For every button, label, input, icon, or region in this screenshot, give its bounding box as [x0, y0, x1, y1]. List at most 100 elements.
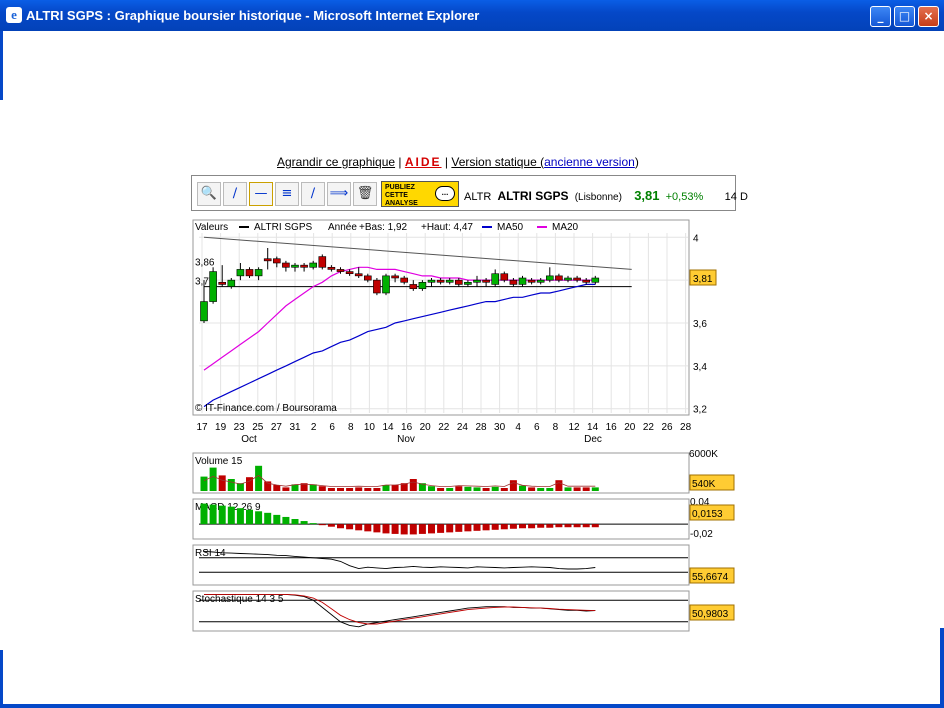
- candle-body: [573, 277, 581, 281]
- old-version-link[interactable]: ancienne version: [544, 155, 635, 169]
- publish-analysis-button[interactable]: PUBLIEZ CETTE ANALYSE ...: [381, 181, 459, 207]
- x-tick-label: 20: [420, 422, 432, 433]
- volume-bar: [346, 488, 354, 491]
- close-button[interactable]: ×: [918, 6, 939, 27]
- rsi-panel-frame: [192, 544, 690, 586]
- macd-bar: [327, 524, 335, 527]
- maximize-button[interactable]: □: [894, 6, 915, 27]
- fibonacci-icon[interactable]: ≡: [275, 182, 299, 206]
- macd-bar: [346, 524, 354, 530]
- volume-bar: [282, 487, 290, 491]
- volume-tick-label: 6000K: [689, 449, 718, 460]
- volume-bar: [227, 479, 235, 491]
- macd-bar: [591, 524, 599, 528]
- x-tick-label: 28: [475, 422, 487, 433]
- static-version-link[interactable]: Version statique (: [451, 155, 544, 169]
- parallel-line-icon[interactable]: ∕: [301, 182, 325, 206]
- stock-chart[interactable]: 17 19 23 25 27 31 2 6 8 10 14 16 20 22 24 28 30 4 6 8 12 14 16…: [191, 215, 738, 635]
- candle-body: [473, 279, 481, 283]
- legend-year-label: Année: [328, 222, 357, 233]
- trash-icon[interactable]: 🗑: [353, 182, 377, 206]
- slanted-line-icon[interactable]: ⟹: [327, 182, 351, 206]
- volume-bar: [364, 488, 372, 491]
- stock-price: 3,81: [634, 188, 660, 203]
- macd-bar: [364, 524, 372, 532]
- x-tick-label: 27: [271, 422, 283, 433]
- macd-bar: [537, 524, 545, 528]
- macd-bar: [491, 524, 499, 530]
- x-tick-label: 25: [252, 422, 264, 433]
- x-tick-label: 12: [568, 422, 580, 433]
- candle-body: [354, 273, 363, 277]
- volume-bar: [446, 488, 454, 491]
- x-month-label: Oct: [241, 434, 257, 445]
- volume-bar: [318, 486, 326, 491]
- candle-body: [400, 277, 408, 283]
- y-tick-label: 3,6: [693, 319, 707, 330]
- candle-body: [373, 279, 381, 294]
- macd-bar: [555, 524, 563, 528]
- macd-bar: [318, 524, 326, 526]
- x-tick-label: 30: [494, 422, 506, 433]
- volume-bar: [528, 487, 536, 491]
- macd-bar: [337, 524, 344, 529]
- macd-bar: [500, 524, 508, 530]
- candle-body: [209, 271, 217, 302]
- minimize-button[interactable]: _: [870, 6, 891, 27]
- legend-ma50-label: MA50: [497, 222, 524, 233]
- close-paren: ): [634, 155, 639, 169]
- left-level-label: 3,86: [195, 257, 215, 268]
- trendline-icon[interactable]: ∕: [223, 182, 247, 206]
- volume-bar: [464, 486, 472, 491]
- enlarge-chart-link[interactable]: Agrandir ce graphique: [277, 155, 395, 169]
- chart-toolbar: 🔍 ∕ — ≡ ∕ ⟹ 🗑 PUBLIEZ CETTE ANALYSE ... …: [191, 175, 748, 211]
- help-link[interactable]: AIDE: [405, 155, 442, 169]
- x-tick-label: 22: [643, 422, 655, 433]
- macd-bar: [291, 519, 299, 525]
- candle-body: [300, 264, 308, 268]
- x-tick-label: 31: [289, 422, 301, 433]
- legend-low-label: +Bas: 1,92: [359, 222, 408, 233]
- macd-bar: [564, 524, 572, 528]
- macd-bar: [382, 524, 390, 534]
- candle-body: [518, 277, 527, 285]
- volume-bar: [200, 476, 208, 491]
- candle-body: [236, 269, 245, 277]
- x-tick-label: 16: [401, 422, 413, 433]
- candle-body: [382, 275, 390, 294]
- macd-bar: [355, 524, 363, 531]
- macd-bar: [391, 524, 399, 534]
- candle-body: [555, 275, 563, 281]
- volume-bar: [255, 465, 263, 491]
- x-tick-label: 24: [457, 422, 469, 433]
- zoom-icon[interactable]: 🔍: [197, 182, 221, 206]
- chart-links: Agrandir ce graphique | AIDE | Version s…: [277, 155, 639, 169]
- x-tick-label: 14: [382, 422, 394, 433]
- macd-bar: [573, 524, 581, 528]
- candle-body: [336, 269, 345, 272]
- chart-applet: 🔍 ∕ — ≡ ∕ ⟹ 🗑 PUBLIEZ CETTE ANALYSE ... …: [191, 175, 748, 635]
- candle-body: [364, 275, 372, 281]
- y-tick-label: 3,2: [693, 405, 707, 416]
- candle-body: [436, 279, 445, 283]
- macd-bar: [418, 524, 426, 534]
- candle-body: [464, 281, 472, 285]
- macd-bar: [273, 514, 281, 525]
- candle-body: [591, 277, 600, 283]
- macd-bar: [446, 524, 454, 533]
- separator: |: [398, 155, 402, 169]
- volume-bar: [209, 467, 217, 491]
- volume-bar: [546, 488, 554, 491]
- title-bar[interactable]: e ALTRI SGPS : Graphique boursier histor…: [0, 0, 944, 31]
- x-tick-label: 28: [680, 422, 692, 433]
- macd-bar: [582, 524, 590, 528]
- stock-name: ALTRI SGPS: [497, 189, 569, 203]
- volume-bar: [309, 484, 317, 491]
- volume-bar: [218, 475, 226, 491]
- candle-body: [409, 284, 418, 290]
- candle-body: [545, 275, 554, 281]
- candle-body: [227, 279, 236, 287]
- macd-bar: [309, 523, 317, 525]
- horizontal-line-icon[interactable]: —: [249, 182, 273, 206]
- volume-bar: [519, 485, 526, 491]
